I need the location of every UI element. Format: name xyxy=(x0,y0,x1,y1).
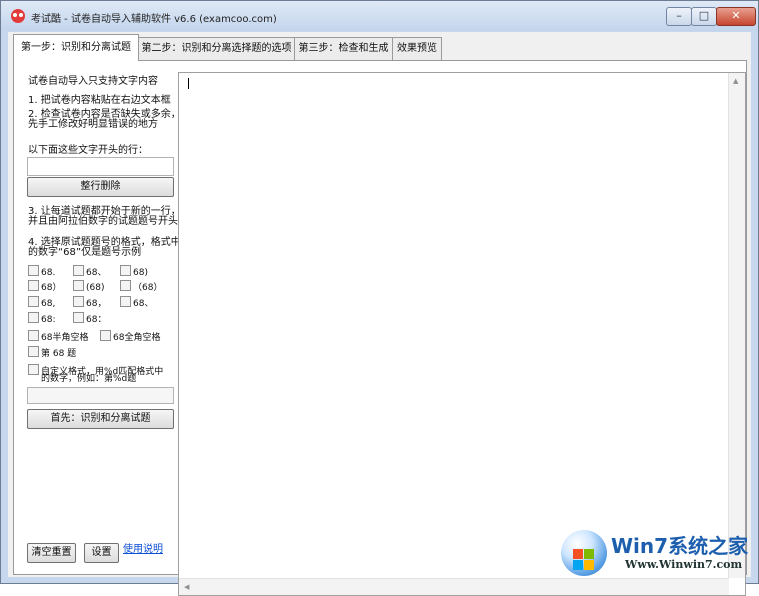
minimize-icon: – xyxy=(676,9,682,22)
format-checkbox[interactable]: 68： xyxy=(73,312,106,325)
minimize-button[interactable]: – xyxy=(666,7,692,26)
client-area: 第一步：识别和分离试题 第二步：识别和分离选择题的选项 第三步：检查和生成 效果… xyxy=(8,32,751,596)
text-caret xyxy=(188,78,189,89)
checkbox-box[interactable] xyxy=(73,265,84,276)
checkbox-box[interactable] xyxy=(28,330,39,341)
watermark-url: Www.Winwin7.com xyxy=(625,558,743,571)
help-link[interactable]: 使用说明 xyxy=(123,540,163,555)
half-space-checkbox[interactable]: 68半角空格 xyxy=(28,330,88,343)
checkbox-box[interactable] xyxy=(28,364,39,375)
format-checkbox[interactable]: 68） xyxy=(28,280,61,293)
checkbox-box[interactable] xyxy=(73,296,84,307)
window-title: 考试酷 - 试卷自动导入辅助软件 v6.6 (examcoo.com) xyxy=(31,14,277,25)
tab-step3[interactable]: 第三步：检查和生成 xyxy=(294,37,393,60)
app-logo-icon xyxy=(11,9,25,23)
step3-line2: 并且由阿拉伯数字的试题题号开头 xyxy=(28,216,178,227)
maximize-icon: □ xyxy=(698,9,710,22)
format-checkbox[interactable]: 68. xyxy=(28,265,55,278)
format-checkbox[interactable]: (68) xyxy=(73,280,104,293)
checkbox-box[interactable] xyxy=(120,265,131,276)
close-icon: ✕ xyxy=(731,9,741,22)
reset-button[interactable]: 清空重置 xyxy=(27,543,76,563)
watermark-brand: Win7系统之家 xyxy=(611,534,749,558)
checkbox-box[interactable] xyxy=(28,280,39,291)
custom-format-hint: 的数字，例如：第%d题 xyxy=(41,374,137,384)
full-space-checkbox[interactable]: 68全角空格 xyxy=(100,330,160,343)
vertical-scrollbar[interactable]: ▲ xyxy=(728,73,745,578)
delete-rows-button[interactable]: 整行删除 xyxy=(27,177,174,197)
question-text-editor[interactable]: ▲ ◀ xyxy=(178,72,746,596)
watermark: Win7系统之家 Www.Winwin7.com xyxy=(561,522,756,580)
checkbox-box[interactable] xyxy=(28,265,39,276)
win7-logo-icon xyxy=(561,530,607,576)
scroll-up-icon[interactable]: ▲ xyxy=(733,77,738,85)
checkbox-box[interactable] xyxy=(73,280,84,291)
checkbox-box[interactable] xyxy=(28,346,39,357)
tab-preview[interactable]: 效果预览 xyxy=(392,37,442,60)
maximize-button[interactable]: □ xyxy=(691,7,717,26)
close-button[interactable]: ✕ xyxy=(716,7,756,26)
format-checkbox[interactable]: 68, xyxy=(28,296,55,309)
app-window: 考试酷 - 试卷自动导入辅助软件 v6.6 (examcoo.com) – □ … xyxy=(0,0,759,596)
tab-step1[interactable]: 第一步：识别和分离试题 xyxy=(13,34,139,61)
checkbox-box[interactable] xyxy=(100,330,111,341)
step2-line2: 先手工修改好明显错误的地方 xyxy=(28,119,158,130)
identify-questions-button[interactable]: 首先：识别和分离试题 xyxy=(27,409,174,429)
format-checkbox[interactable]: 68， xyxy=(73,296,106,309)
format-checkbox[interactable]: 68、 xyxy=(73,265,106,278)
checkbox-box[interactable] xyxy=(73,312,84,323)
checkbox-box[interactable] xyxy=(120,280,131,291)
format-checkbox[interactable]: （68） xyxy=(120,280,162,293)
di-ti-checkbox[interactable]: 第 68 题 xyxy=(28,346,76,359)
checkbox-box[interactable] xyxy=(120,296,131,307)
title-bar[interactable]: 考试酷 - 试卷自动导入辅助软件 v6.6 (examcoo.com) – □ … xyxy=(1,1,758,31)
format-checkbox[interactable]: 68、 xyxy=(120,296,153,309)
prefix-input[interactable] xyxy=(27,157,174,176)
custom-format-input[interactable] xyxy=(27,387,174,404)
scroll-left-icon[interactable]: ◀ xyxy=(184,583,189,591)
tab-step2[interactable]: 第二步：识别和分离选择题的选项 xyxy=(138,37,295,60)
format-checkbox[interactable]: 68) xyxy=(120,265,148,278)
intro-text: 试卷自动导入只支持文字内容 xyxy=(28,76,158,87)
settings-button[interactable]: 设置 xyxy=(84,543,119,563)
format-checkbox[interactable]: 68: xyxy=(28,312,55,325)
step4-line2: 的数字“68”仅是题号示例 xyxy=(28,247,142,258)
windows-flag-icon xyxy=(573,549,595,571)
prefix-label: 以下面这些文字开头的行： xyxy=(28,145,148,156)
checkbox-box[interactable] xyxy=(28,296,39,307)
step1-text: 1. 把试卷内容粘贴在右边文本框 xyxy=(28,95,171,106)
checkbox-box[interactable] xyxy=(28,312,39,323)
horizontal-scrollbar[interactable]: ◀ xyxy=(179,578,729,595)
